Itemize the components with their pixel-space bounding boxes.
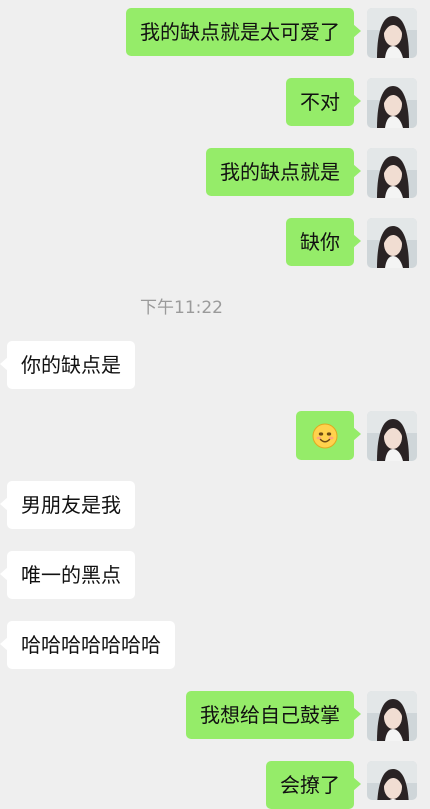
- message-text: 哈哈哈哈哈哈哈: [21, 633, 161, 657]
- avatar-photo: [367, 691, 417, 741]
- message-text: 会撩了: [280, 773, 340, 797]
- user-avatar[interactable]: [367, 78, 417, 128]
- avatar-photo: [367, 411, 417, 461]
- outgoing-message-bubble[interactable]: 缺你: [286, 218, 361, 266]
- avatar-photo: [367, 78, 417, 128]
- outgoing-message-bubble[interactable]: 我的缺点就是: [206, 148, 361, 196]
- outgoing-message-bubble[interactable]: 不对: [286, 78, 361, 126]
- user-avatar[interactable]: [367, 761, 417, 800]
- message-text: 我想给自己鼓掌: [200, 703, 340, 727]
- chat-area[interactable]: 我的缺点就是太可爱了 不对 我的缺点就是 缺你 下午11:22 你的缺点是 男朋…: [0, 0, 430, 809]
- incoming-message-bubble[interactable]: 你的缺点是: [0, 341, 135, 389]
- message-timestamp: 下午11:22: [140, 298, 223, 318]
- avatar-photo: [367, 761, 417, 800]
- message-text: 你的缺点是: [21, 353, 121, 377]
- avatar-photo: [367, 218, 417, 268]
- outgoing-message-bubble[interactable]: [296, 411, 361, 460]
- incoming-message-bubble[interactable]: 男朋友是我: [0, 481, 135, 529]
- user-avatar[interactable]: [367, 411, 417, 461]
- message-text: 男朋友是我: [21, 493, 121, 517]
- incoming-message-bubble[interactable]: 哈哈哈哈哈哈哈: [0, 621, 175, 669]
- outgoing-message-bubble[interactable]: 我的缺点就是太可爱了: [126, 8, 361, 56]
- avatar-photo: [367, 8, 417, 58]
- outgoing-message-bubble[interactable]: 会撩了: [266, 761, 361, 809]
- message-text: 我的缺点就是太可爱了: [140, 20, 340, 44]
- user-avatar[interactable]: [367, 691, 417, 741]
- message-text: 唯一的黑点: [21, 563, 121, 587]
- user-avatar[interactable]: [367, 148, 417, 198]
- message-text: 我的缺点就是: [220, 160, 340, 184]
- avatar-photo: [367, 148, 417, 198]
- smiling-face-emoji-icon: [312, 423, 338, 448]
- user-avatar[interactable]: [367, 218, 417, 268]
- message-text: 不对: [300, 90, 340, 114]
- message-text: 缺你: [300, 230, 340, 254]
- user-avatar[interactable]: [367, 8, 417, 58]
- incoming-message-bubble[interactable]: 唯一的黑点: [0, 551, 135, 599]
- outgoing-message-bubble[interactable]: 我想给自己鼓掌: [186, 691, 361, 739]
